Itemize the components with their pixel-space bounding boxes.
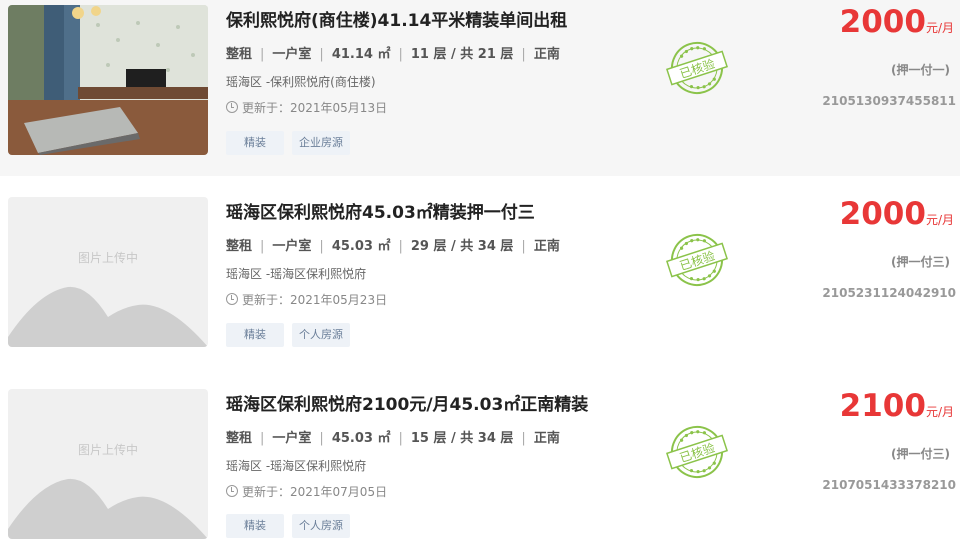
listing-title[interactable]: 瑶海区保利熙悦府45.03㎡精装押一付三	[226, 198, 535, 223]
listing-title[interactable]: 保利熙悦府(商住楼)41.14平米精装单间出租	[226, 6, 567, 31]
listing-meta: 整租 | 一户室 | 41.14 ㎡ | 11 层 / 共 21 层 | 正南	[226, 43, 560, 62]
listing-code: 2105130937455811	[822, 94, 956, 108]
verified-stamp-icon: 已核验	[666, 42, 728, 94]
price-unit: 元/月	[925, 213, 954, 227]
update-text: 更新于：2021年05月23日	[242, 293, 388, 307]
tag-decoration: 精装	[226, 323, 284, 347]
update-text: 更新于：2021年05月13日	[242, 101, 388, 115]
deposit-terms: (押一付三)	[891, 255, 950, 269]
divider: |	[260, 239, 265, 254]
orientation: 正南	[533, 47, 560, 62]
mountain-placeholder-icon	[8, 478, 208, 539]
deposit-terms: (押一付一)	[891, 63, 950, 77]
verified-stamp-icon: 已核验	[666, 234, 728, 286]
deposit-terms: (押一付三)	[891, 447, 950, 461]
area: 41.14 ㎡	[331, 47, 391, 62]
listing-code: 2107051433378210	[822, 478, 956, 492]
area: 45.03 ㎡	[331, 239, 391, 254]
room-layout: 一户室	[272, 431, 312, 446]
listing-card[interactable]: 图片上传中 瑶海区保利熙悦府2100元/月45.03㎡正南精装 整租 | 一户室 | 4…	[0, 372, 960, 539]
price-value: 2100	[839, 388, 926, 424]
listing-meta: 整租 | 一户室 | 45.03 ㎡ | 15 层 / 共 34 层 | 正南	[226, 427, 560, 446]
tag-list: 精装 个人房源	[226, 323, 350, 347]
update-time: 更新于：2021年05月23日	[226, 291, 387, 308]
tag-list: 精装 企业房源	[226, 131, 350, 155]
listing-photo[interactable]	[8, 5, 208, 155]
rent-type: 整租	[226, 239, 253, 254]
tag-decoration: 精装	[226, 131, 284, 155]
clock-icon	[226, 485, 238, 497]
listing-photo-placeholder[interactable]: 图片上传中	[8, 197, 208, 347]
divider: |	[521, 239, 526, 254]
floor: 29 层 / 共 34 层	[410, 239, 514, 254]
listing-address[interactable]: 瑶海区 -瑶海区保利熙悦府	[226, 457, 366, 474]
listing-address[interactable]: 瑶海区 -保利熙悦府(商住楼)	[226, 73, 376, 90]
floor: 11 层 / 共 21 层	[410, 47, 514, 62]
listing-title[interactable]: 瑶海区保利熙悦府2100元/月45.03㎡正南精装	[226, 390, 588, 415]
listing-card[interactable]: 图片上传中 瑶海区保利熙悦府45.03㎡精装押一付三 整租 | 一户室 | 45.03 …	[0, 180, 960, 362]
divider: |	[398, 431, 403, 446]
price-unit: 元/月	[925, 21, 954, 35]
listing-photo-placeholder[interactable]: 图片上传中	[8, 389, 208, 539]
update-text: 更新于：2021年07月05日	[242, 485, 388, 499]
price-unit: 元/月	[925, 405, 954, 419]
tag-list: 精装 个人房源	[226, 514, 350, 538]
room-layout: 一户室	[272, 47, 312, 62]
tag-source: 企业房源	[292, 131, 350, 155]
tag-decoration: 精装	[226, 514, 284, 538]
orientation: 正南	[533, 239, 560, 254]
update-time: 更新于：2021年05月13日	[226, 99, 387, 116]
listing-address[interactable]: 瑶海区 -瑶海区保利熙悦府	[226, 265, 366, 282]
price: 2100元/月	[840, 388, 954, 424]
listing-code: 2105231124042910	[822, 286, 956, 300]
price-value: 2000	[839, 196, 926, 232]
area: 45.03 ㎡	[331, 431, 391, 446]
divider: |	[319, 239, 324, 254]
divider: |	[319, 47, 324, 62]
room-layout: 一户室	[272, 239, 312, 254]
listing-card[interactable]: 保利熙悦府(商住楼)41.14平米精装单间出租 整租 | 一户室 | 41.14 ㎡ | 1…	[0, 0, 960, 176]
mountain-placeholder-icon	[8, 286, 208, 347]
update-time: 更新于：2021年07月05日	[226, 483, 387, 500]
divider: |	[260, 431, 265, 446]
clock-icon	[226, 101, 238, 113]
tag-source: 个人房源	[292, 323, 350, 347]
divider: |	[398, 47, 403, 62]
divider: |	[521, 47, 526, 62]
divider: |	[398, 239, 403, 254]
orientation: 正南	[533, 431, 560, 446]
clock-icon	[226, 293, 238, 305]
price: 2000元/月	[840, 196, 954, 232]
listing-meta: 整租 | 一户室 | 45.03 ㎡ | 29 层 / 共 34 层 | 正南	[226, 235, 560, 254]
tag-source: 个人房源	[292, 514, 350, 538]
verified-stamp-icon: 已核验	[666, 426, 728, 478]
rent-type: 整租	[226, 47, 253, 62]
price-value: 2000	[839, 4, 926, 40]
floor: 15 层 / 共 34 层	[410, 431, 514, 446]
divider: |	[260, 47, 265, 62]
price: 2000元/月	[840, 4, 954, 40]
divider: |	[521, 431, 526, 446]
rent-type: 整租	[226, 431, 253, 446]
divider: |	[319, 431, 324, 446]
